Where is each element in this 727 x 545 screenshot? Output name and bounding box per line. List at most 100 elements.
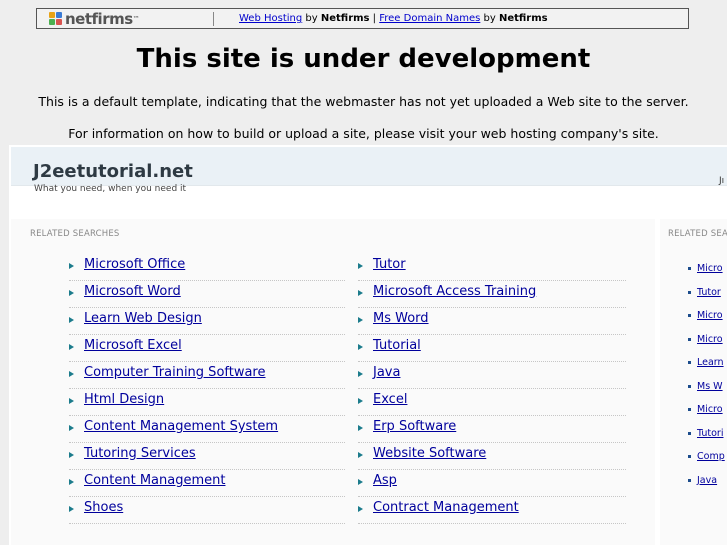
side-search-link[interactable]: Tutori xyxy=(697,428,723,439)
related-search-link[interactable]: Microsoft Access Training xyxy=(373,284,536,299)
related-search-link[interactable]: Computer Training Software xyxy=(84,365,266,380)
side-search-item: Micro xyxy=(688,334,723,345)
free-domain-names-link[interactable]: Free Domain Names xyxy=(379,13,480,24)
side-search-item: Ms W xyxy=(688,381,723,392)
related-search-link[interactable]: Content Management System xyxy=(84,419,278,434)
side-search-item: Java xyxy=(688,475,717,486)
related-search-item: Html Design xyxy=(69,389,345,416)
bullet-icon xyxy=(688,290,691,294)
arrow-icon xyxy=(69,479,74,485)
related-search-item: Microsoft Office xyxy=(69,254,345,281)
related-search-link[interactable]: Ms Word xyxy=(373,311,429,326)
related-search-link[interactable]: Java xyxy=(373,365,400,380)
side-search-link[interactable]: Java xyxy=(697,475,717,486)
related-search-link[interactable]: Microsoft Office xyxy=(84,257,185,272)
related-search-item: Tutorial xyxy=(358,335,626,362)
netfirms-brand: Netfirms xyxy=(498,13,548,24)
related-search-item: Microsoft Word xyxy=(69,281,345,308)
related-search-link[interactable]: Erp Software xyxy=(373,419,456,434)
related-searches-panel: RELATED SEARCHES Microsoft Office Microso… xyxy=(11,219,655,545)
side-search-link[interactable]: Micro xyxy=(697,310,723,321)
netfirms-banner: netfirms ™ Web Hosting by Netfirms | Free… xyxy=(36,8,689,29)
web-hosting-link[interactable]: Web Hosting xyxy=(239,13,302,24)
side-search-link[interactable]: Micro xyxy=(697,263,723,274)
related-search-item: Computer Training Software xyxy=(69,362,345,389)
related-search-item: Erp Software xyxy=(358,416,626,443)
related-search-item: Content Management xyxy=(69,470,345,497)
related-search-item: Microsoft Access Training xyxy=(358,281,626,308)
related-search-link[interactable]: Microsoft Word xyxy=(84,284,181,299)
side-search-item: Tutor xyxy=(688,287,721,298)
arrow-icon xyxy=(69,290,74,296)
arrow-icon xyxy=(358,425,363,431)
related-search-link[interactable]: Html Design xyxy=(84,392,164,407)
related-search-item: Learn Web Design xyxy=(69,308,345,335)
related-search-item: Content Management System xyxy=(69,416,345,443)
arrow-icon xyxy=(358,398,363,404)
hosting-info-note: For information on how to build or uploa… xyxy=(68,126,659,141)
bullet-icon xyxy=(688,267,691,270)
related-searches-side-title: RELATED SEA xyxy=(668,229,727,239)
separator: | xyxy=(369,13,380,24)
side-search-link[interactable]: Learn xyxy=(697,357,724,368)
netfirms-logo[interactable]: netfirms ™ xyxy=(49,10,140,28)
bullet-icon xyxy=(688,408,691,411)
banner-divider xyxy=(213,12,214,26)
side-search-item: Learn xyxy=(688,357,724,368)
related-search-link[interactable]: Shoes xyxy=(84,500,123,515)
related-search-item: Contract Management xyxy=(358,497,626,524)
arrow-icon xyxy=(358,317,363,323)
by-text: by xyxy=(480,13,499,24)
arrow-icon xyxy=(358,371,363,377)
related-search-item: Java xyxy=(358,362,626,389)
arrow-icon xyxy=(69,452,74,458)
related-search-link[interactable]: Excel xyxy=(373,392,407,407)
related-search-link[interactable]: Contract Management xyxy=(373,500,519,515)
arrow-icon xyxy=(358,506,363,512)
site-tagline: What you need, when you need it xyxy=(34,184,187,194)
related-search-link[interactable]: Microsoft Excel xyxy=(84,338,182,353)
related-search-item: Tutoring Services xyxy=(69,443,345,470)
page-title: This site is under development xyxy=(136,44,591,74)
related-search-link[interactable]: Asp xyxy=(373,473,397,488)
side-search-link[interactable]: Micro xyxy=(697,404,723,415)
side-search-item: Micro xyxy=(688,404,723,415)
side-search-link[interactable]: Tutor xyxy=(697,287,721,298)
arrow-icon xyxy=(69,398,74,404)
side-search-item: Comp xyxy=(688,451,725,462)
default-template-note: This is a default template, indicating t… xyxy=(38,94,689,109)
arrow-icon xyxy=(358,290,363,296)
related-search-link[interactable]: Tutor xyxy=(373,257,406,272)
related-search-item: Excel xyxy=(358,389,626,416)
parked-domain-frame: J2eetutorial.net What you need, when you… xyxy=(9,145,727,545)
side-search-link[interactable]: Micro xyxy=(697,334,723,345)
related-search-link[interactable]: Website Software xyxy=(373,446,486,461)
related-search-link[interactable]: Content Management xyxy=(84,473,225,488)
bullet-icon xyxy=(688,455,691,458)
side-search-link[interactable]: Ms W xyxy=(697,381,723,392)
arrow-icon xyxy=(69,425,74,431)
arrow-icon xyxy=(69,506,74,512)
bullet-icon xyxy=(688,314,691,317)
arrow-icon xyxy=(69,344,74,350)
banner-links: Web Hosting by Netfirms | Free Domain Na… xyxy=(239,13,548,24)
netfirms-logo-icon xyxy=(49,12,63,26)
related-search-link[interactable]: Tutoring Services xyxy=(84,446,196,461)
side-search-item: Micro xyxy=(688,263,723,274)
netfirms-logo-text: netfirms xyxy=(65,10,133,28)
side-search-link[interactable]: Comp xyxy=(697,451,725,462)
related-search-link[interactable]: Tutorial xyxy=(373,338,421,353)
bullet-icon xyxy=(688,337,691,341)
bullet-icon xyxy=(688,431,691,435)
related-search-item: Tutor xyxy=(358,254,626,281)
bullet-icon xyxy=(688,384,691,388)
related-search-link[interactable]: Learn Web Design xyxy=(84,311,202,326)
related-search-item: Asp xyxy=(358,470,626,497)
arrow-icon xyxy=(358,479,363,485)
by-text: by xyxy=(302,13,321,24)
site-name[interactable]: J2eetutorial.net xyxy=(33,161,193,182)
arrow-icon xyxy=(69,317,74,323)
related-searches-title: RELATED SEARCHES xyxy=(30,229,120,239)
arrow-icon xyxy=(358,452,363,458)
related-search-item: Shoes xyxy=(69,497,345,524)
